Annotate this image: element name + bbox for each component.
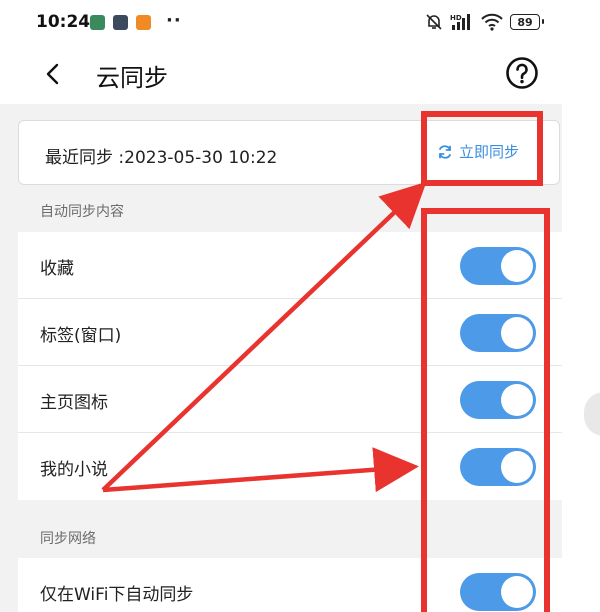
chevron-left-icon[interactable]	[42, 62, 64, 86]
toggle-knob	[501, 451, 533, 483]
setting-row-tabs: 标签(窗口)	[18, 299, 562, 366]
status-bar: 10:24 ·· HD 89	[0, 0, 562, 44]
setting-label: 收藏	[40, 259, 74, 279]
setting-row-home-icons: 主页图标	[18, 366, 562, 433]
phone-screen: 10:24 ·· HD 89 云同步 最近同步:2023-05-30 10:2…	[0, 0, 562, 612]
more-notifications-icon: ··	[166, 10, 182, 31]
toggle-home-icons[interactable]	[460, 381, 536, 419]
setting-label: 我的小说	[40, 460, 108, 480]
auto-sync-list: 收藏 标签(窗口) 主页图标 我的小说	[18, 232, 562, 500]
system-icons: HD 89	[425, 13, 544, 31]
setting-label: 仅在WiFi下自动同步	[40, 585, 194, 605]
toggle-knob	[501, 250, 533, 282]
last-sync-time: 最近同步 :2023-05-30 10:22	[45, 148, 278, 168]
mute-bell-icon	[426, 14, 442, 30]
wifi-icon	[481, 13, 503, 31]
help-circle-icon[interactable]	[505, 56, 539, 90]
section-title-auto-sync: 自动同步内容	[40, 204, 124, 220]
toggle-favorites[interactable]	[460, 247, 536, 285]
toggle-knob	[501, 317, 533, 349]
toggle-tabs[interactable]	[460, 314, 536, 352]
toggle-knob	[501, 384, 533, 416]
refresh-icon	[439, 144, 451, 159]
setting-label: 主页图标	[40, 393, 108, 413]
app-notification-icon	[113, 15, 128, 30]
sync-now-button[interactable]: 立即同步	[437, 141, 519, 162]
setting-row-wifi-only: 仅在WiFi下自动同步	[18, 558, 562, 612]
setting-row-favorites: 收藏	[18, 232, 562, 299]
sync-status-card: 最近同步 :2023-05-30 10:22 立即同步	[18, 120, 560, 185]
status-time: 10:24	[36, 12, 91, 32]
battery-indicator: 89	[510, 14, 544, 30]
network-badge: HD	[450, 14, 462, 22]
toggle-knob	[501, 576, 533, 608]
app-notification-icon	[90, 15, 105, 30]
toggle-wifi-only[interactable]	[460, 573, 536, 611]
battery-level: 89	[517, 15, 533, 29]
sync-now-label: 立即同步	[459, 143, 520, 161]
page-title: 云同步	[96, 64, 168, 92]
section-title-network: 同步网络	[40, 531, 96, 547]
setting-label: 标签(窗口)	[40, 326, 122, 346]
toggle-my-novels[interactable]	[460, 448, 536, 486]
screenshot-margin	[562, 0, 600, 612]
setting-row-my-novels: 我的小说	[18, 433, 562, 500]
app-notification-icon	[136, 15, 151, 30]
signal-icon: HD	[450, 14, 470, 30]
network-list: 仅在WiFi下自动同步	[18, 558, 562, 612]
title-bar: 云同步	[0, 44, 562, 104]
